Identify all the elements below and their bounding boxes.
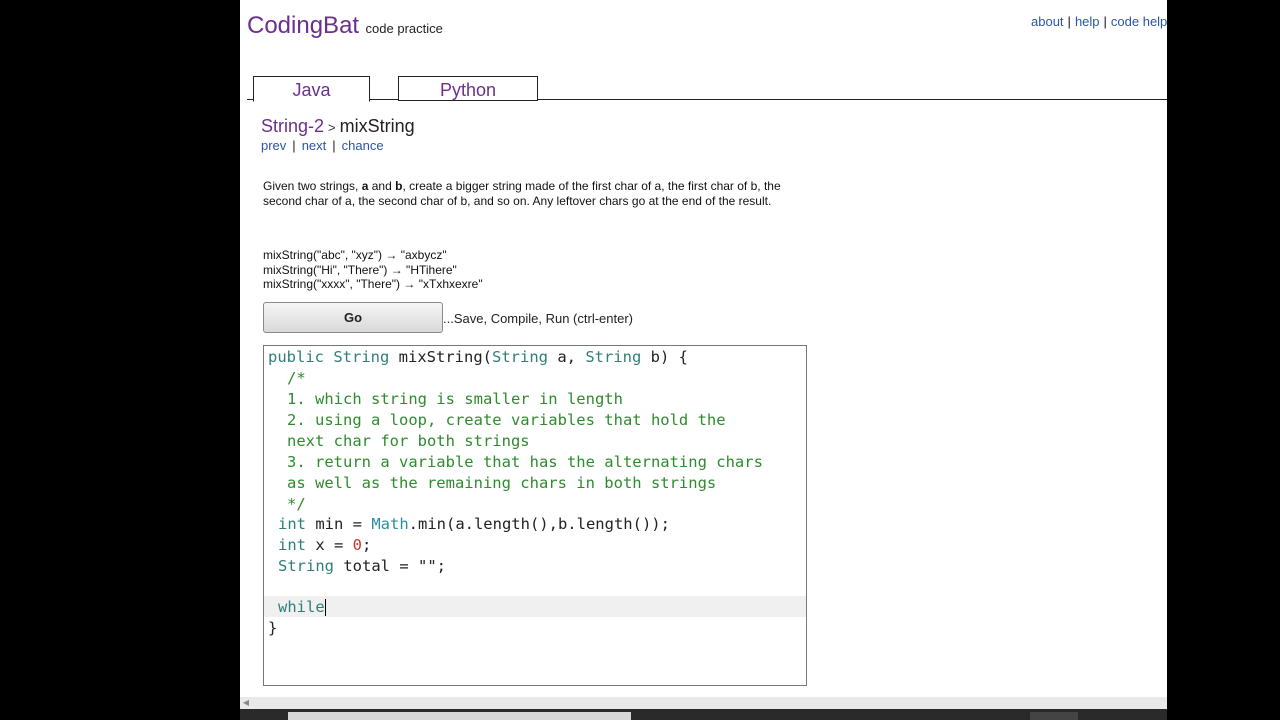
code-line: 1. which string is smaller in length: [287, 390, 623, 408]
code-line: int x = 0;: [278, 536, 372, 554]
active-line-highlight: [264, 596, 806, 617]
problem-title: mixString: [339, 116, 415, 136]
examples-list: mixString("abc", "xyz") → "axbycz" mixSt…: [263, 248, 483, 292]
breadcrumb-separator: >: [328, 120, 336, 135]
code-line: as well as the remaining chars in both s…: [287, 474, 717, 492]
desc-text: Given two strings,: [263, 179, 362, 193]
code-line: /*: [287, 369, 306, 387]
example-item: mixString("xxxx", "There") → "xTxhxexre": [263, 277, 483, 291]
brand-name[interactable]: CodingBat: [247, 12, 359, 39]
code-line: String total = "";: [278, 557, 446, 575]
taskbar-item[interactable]: [1030, 712, 1078, 720]
scroll-left-arrow-icon[interactable]: ◀: [240, 698, 252, 708]
taskbar-item[interactable]: [288, 712, 631, 720]
browser-page: CodingBat code practice about | help | code …: [240, 0, 1167, 720]
breadcrumb: String-2 > mixString: [261, 116, 415, 137]
example-item: mixString("abc", "xyz") → "axbycz": [263, 248, 447, 262]
breadcrumb-group-link[interactable]: String-2: [261, 116, 324, 136]
problem-nav: prev | next | chance: [261, 138, 384, 153]
code-line: }: [268, 619, 278, 637]
code-line: public String mixString(String a, String…: [268, 348, 688, 366]
go-button[interactable]: Go: [263, 302, 443, 333]
code-line: 3. return a variable that has the altern…: [287, 453, 763, 471]
code-line: 2. using a loop, create variables that h…: [287, 411, 726, 429]
tabs-divider: [247, 99, 1167, 100]
help-link[interactable]: help: [1075, 14, 1100, 29]
horizontal-scrollbar[interactable]: [240, 697, 1167, 709]
chance-link[interactable]: chance: [342, 138, 384, 153]
tab-java[interactable]: Java: [253, 76, 370, 102]
text-caret: [324, 599, 326, 616]
problem-description: Given two strings, a and b, create a big…: [263, 179, 803, 208]
code-line: int min = Math.min(a.length(),b.length()…: [278, 515, 670, 533]
code-editor[interactable]: public String mixString(String a, String…: [263, 345, 807, 686]
code-line: next char for both strings: [287, 432, 530, 450]
tab-python[interactable]: Python: [398, 76, 538, 101]
site-logo[interactable]: CodingBat code practice: [247, 12, 443, 40]
next-link[interactable]: next: [302, 138, 327, 153]
code-help-link[interactable]: code help: [1111, 14, 1167, 29]
code-line: */: [287, 495, 306, 513]
desc-text: and: [368, 179, 396, 193]
run-hint: ...Save, Compile, Run (ctrl-enter): [443, 311, 634, 326]
top-links: about | help | code help: [1031, 14, 1167, 29]
code-line-active: while: [278, 598, 326, 616]
prev-link[interactable]: prev: [261, 138, 286, 153]
brand-tagline: code practice: [365, 21, 443, 36]
example-item: mixString("Hi", "There") → "HTihere": [263, 262, 457, 277]
about-link[interactable]: about: [1031, 14, 1064, 29]
